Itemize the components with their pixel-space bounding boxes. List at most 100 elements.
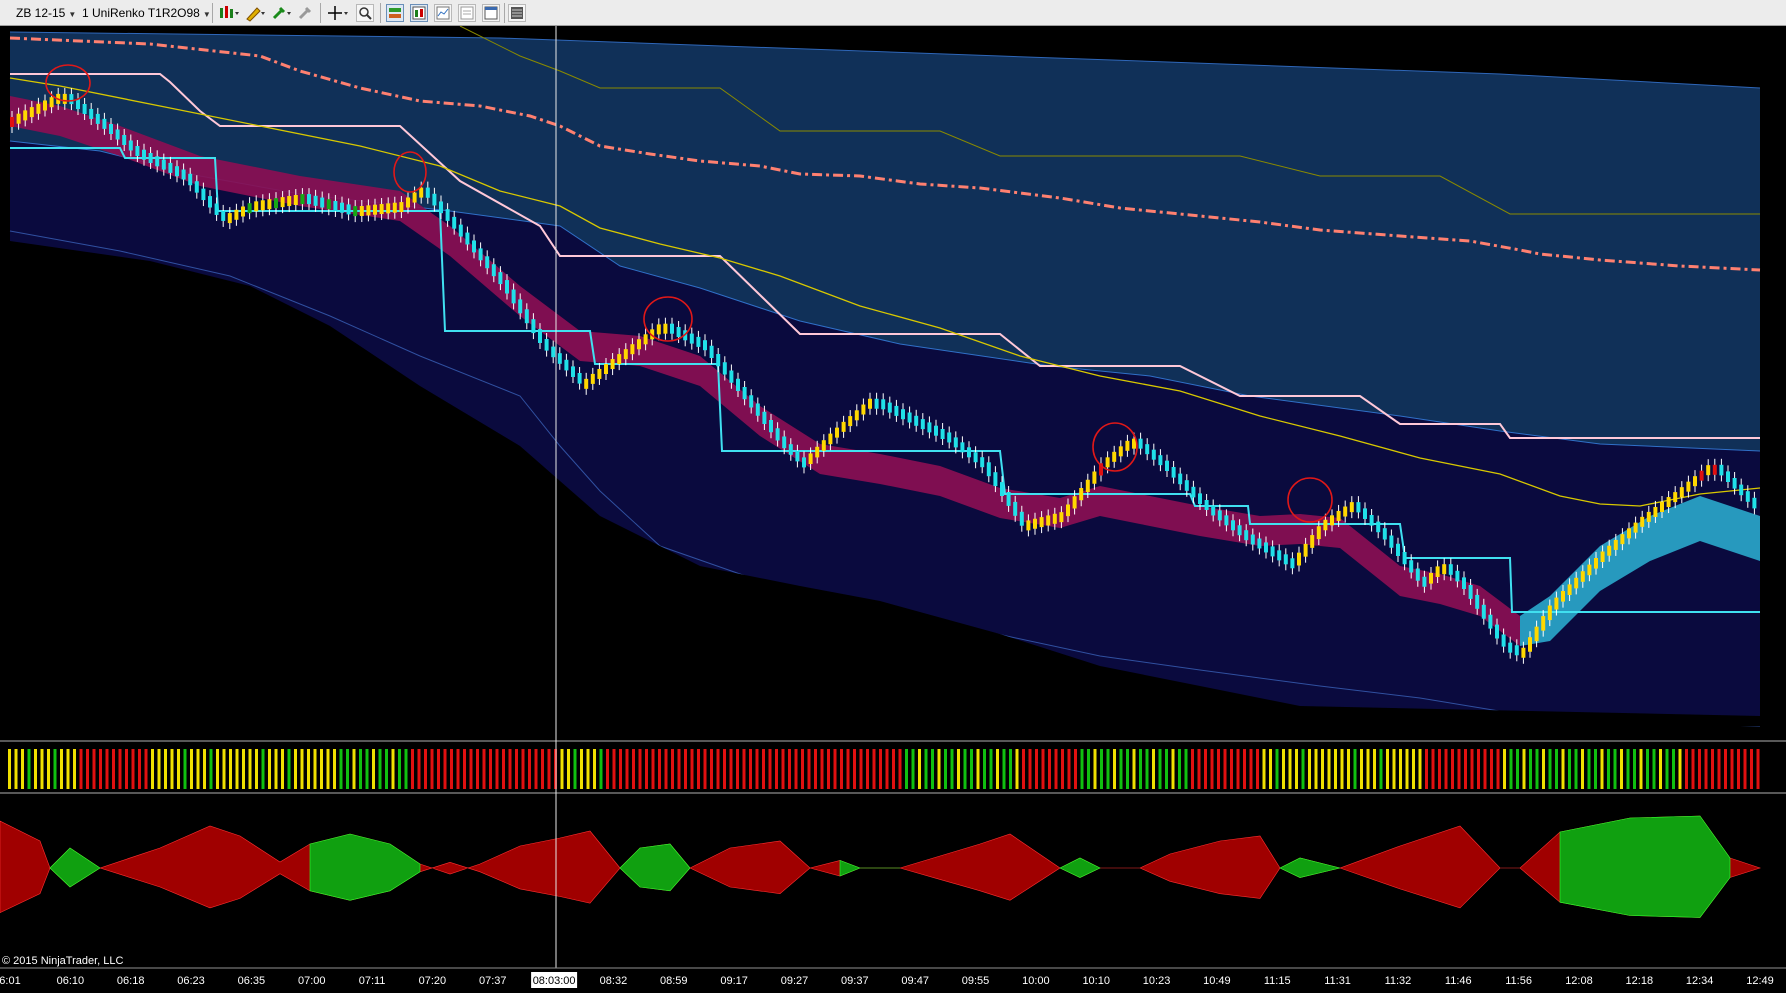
- trend-bar: [476, 749, 479, 789]
- trend-bar: [1282, 749, 1285, 789]
- candle-body: [1580, 571, 1585, 582]
- candle-body: [1442, 564, 1447, 575]
- candle-body: [967, 447, 971, 458]
- candle-body: [1567, 584, 1572, 595]
- trend-bar: [560, 749, 564, 789]
- time-tick-label: 10:23: [1143, 975, 1171, 987]
- candle-body: [1495, 624, 1499, 639]
- candle-body: [326, 199, 331, 210]
- trend-bar: [1204, 749, 1207, 789]
- time-tick-label: 08:32: [600, 975, 628, 987]
- candle-body: [1270, 546, 1275, 557]
- candle-body: [109, 124, 113, 134]
- trend-bar: [716, 749, 720, 789]
- candle-body: [1600, 551, 1605, 562]
- candle-body: [742, 387, 747, 400]
- trend-bar: [118, 749, 122, 789]
- candle-body: [1528, 637, 1532, 652]
- trend-bar: [924, 749, 928, 789]
- trend-bar: [1340, 749, 1344, 789]
- trend-bar: [352, 749, 356, 789]
- trend-bar: [528, 749, 531, 789]
- properties-icon[interactable]: [482, 4, 500, 22]
- zoom-icon[interactable]: [356, 4, 374, 22]
- candle-body: [1607, 545, 1612, 556]
- trend-bar: [404, 749, 408, 789]
- strategy-icon[interactable]: [386, 4, 404, 22]
- trend-bar: [859, 749, 863, 789]
- trend-bar: [14, 749, 18, 789]
- candle-body: [973, 452, 978, 463]
- trend-bar: [1516, 749, 1519, 789]
- trend-bar: [1587, 749, 1591, 789]
- trend-bar: [580, 749, 583, 789]
- candle-body: [1191, 486, 1196, 498]
- time-tick-label: 11:32: [1385, 975, 1412, 987]
- indicator-icon[interactable]: [410, 4, 428, 22]
- trend-bar: [664, 749, 668, 789]
- trend-bar: [209, 749, 213, 789]
- candle-body: [1330, 515, 1334, 526]
- trend-bar: [885, 749, 889, 789]
- candle-body: [729, 370, 734, 383]
- bars-type-icon[interactable]: [218, 4, 239, 22]
- trend-bar: [1321, 749, 1324, 789]
- candle-body: [227, 213, 232, 224]
- candle-body: [716, 354, 721, 367]
- trend-bar: [853, 749, 856, 789]
- pencil-draw-icon[interactable]: [244, 4, 265, 22]
- trend-bar: [879, 749, 882, 789]
- trend-bar: [1490, 749, 1493, 789]
- trend-bar: [235, 749, 239, 789]
- instrument-selector[interactable]: ZB 12-15 ▼: [16, 4, 76, 22]
- candle-body: [1039, 517, 1044, 528]
- candle-body: [551, 346, 556, 358]
- candle-body: [1653, 506, 1658, 517]
- pointer-icon[interactable]: [296, 4, 314, 22]
- candle-body: [445, 209, 450, 221]
- candle-body: [1745, 491, 1750, 502]
- chart-toolbar: ZB 12-15 ▼ 1 UniRenko T1R2O98 ▼: [0, 0, 1786, 26]
- chart-type-selector[interactable]: 1 UniRenko T1R2O98 ▼: [82, 4, 211, 22]
- candle-body: [1198, 493, 1202, 504]
- candle-body: [419, 187, 424, 198]
- trend-bar: [1412, 749, 1415, 789]
- candle-body: [1376, 521, 1381, 533]
- crosshair-icon[interactable]: [326, 4, 348, 22]
- window-icon[interactable]: [508, 4, 526, 22]
- trend-bar: [1353, 749, 1357, 789]
- trend-bar: [963, 749, 967, 789]
- price-panel[interactable]: [0, 26, 1761, 727]
- trend-bar: [1724, 749, 1727, 789]
- trend-bar: [1522, 749, 1526, 789]
- trend-bar: [47, 749, 50, 789]
- trend-bar: [1093, 749, 1097, 789]
- trend-bar: [183, 749, 187, 789]
- trend-bar: [203, 749, 206, 789]
- candle-body: [1356, 502, 1361, 513]
- candle-body: [993, 472, 998, 487]
- data-series-icon[interactable]: [434, 4, 452, 22]
- trend-bar: [1620, 749, 1623, 789]
- crosshair-time-label: 08:03:00: [533, 975, 576, 987]
- trend-bar: [268, 749, 271, 789]
- trend-bar: [1087, 749, 1090, 789]
- copyright-text: © 2015 NinjaTrader, LLC: [2, 955, 123, 967]
- candle-body: [1554, 597, 1559, 610]
- trend-bar: [34, 749, 37, 789]
- candle-body: [531, 319, 536, 334]
- trend-bar: [541, 749, 544, 789]
- trend-bar: [1529, 749, 1532, 789]
- trend-bar: [638, 749, 642, 789]
- marker-icon[interactable]: [270, 4, 291, 22]
- time-tick-label: 11:15: [1264, 975, 1291, 987]
- trend-bar: [1438, 749, 1441, 789]
- trend-bar: [1230, 749, 1233, 789]
- candle-body: [1224, 515, 1229, 526]
- trend-bar: [1503, 749, 1506, 789]
- chart-canvas[interactable]: © 2015 NinjaTrader, LLC 6:01 06:10 06:18 06…: [0, 26, 1786, 993]
- candle-body: [43, 100, 47, 111]
- time-tick-label: 12:18: [1626, 975, 1654, 987]
- trend-bar: [1418, 749, 1422, 789]
- chart-trader-icon[interactable]: [458, 4, 476, 22]
